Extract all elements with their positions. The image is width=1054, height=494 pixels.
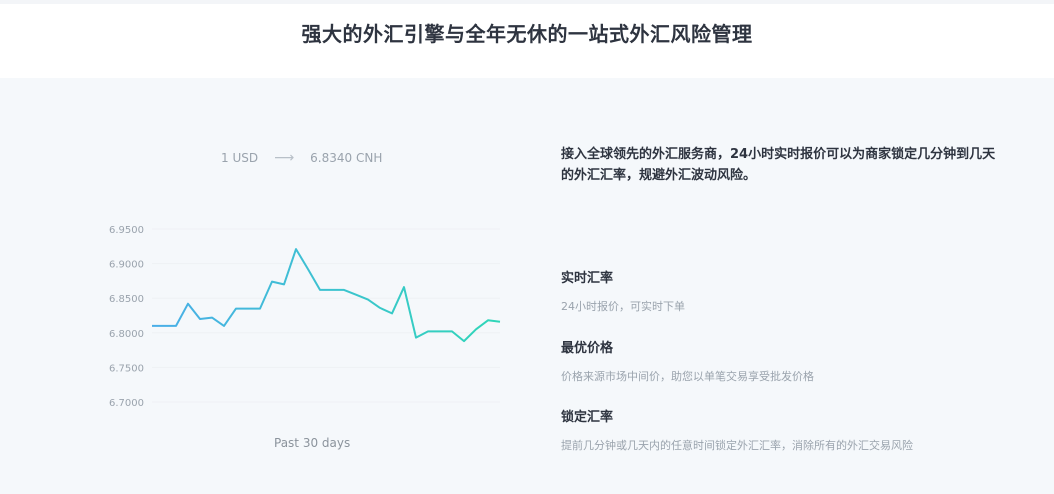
feature-lock-rate: 锁定汇率 提前几分钟或几天内的任意时间锁定外汇汇率，消除所有的外汇交易风险: [561, 406, 913, 453]
arrow-right-icon: ⟶: [274, 150, 295, 166]
feature-desc: 价格来源市场中间价，助您以单笔交易享受批发价格: [561, 370, 814, 383]
top-header: 强大的外汇引擎与全年无休的一站式外汇风险管理: [0, 0, 1054, 78]
y-tick-label: 6.7000: [109, 398, 144, 409]
rate-series-line: [152, 248, 501, 343]
rate-line-chart: 6.9500 6.9000 6.8500 6.8000 6.7500 6.7000: [109, 225, 501, 409]
y-tick-label: 6.9000: [109, 260, 144, 271]
feature-title: 锁定汇率: [561, 410, 614, 425]
y-tick-label: 6.7500: [109, 363, 144, 374]
intro-text: 接入全球领先的外汇服务商，24小时实时报价可以为商家锁定几分钟到几天的外汇汇率，…: [561, 147, 996, 183]
y-tick-label: 6.9500: [109, 225, 144, 236]
feature-desc: 24小时报价，可实时下单: [561, 300, 685, 313]
rate-from: 1 USD: [221, 151, 259, 165]
rate-to: 6.8340 CNH: [310, 151, 383, 165]
feature-realtime-rate: 实时汇率 24小时报价，可实时下单: [561, 267, 685, 314]
exchange-rate-display: 1 USD ⟶ 6.8340 CNH: [221, 150, 382, 166]
page-headline: 强大的外汇引擎与全年无休的一站式外汇风险管理: [301, 22, 753, 46]
y-tick-label: 6.8500: [109, 294, 144, 305]
y-tick-label: 6.8000: [109, 329, 144, 340]
feature-best-price: 最优价格 价格来源市场中间价，助您以单笔交易享受批发价格: [561, 337, 814, 384]
feature-title: 实时汇率: [561, 271, 614, 286]
feature-desc: 提前几分钟或几天内的任意时间锁定外汇汇率，消除所有的外汇交易风险: [561, 439, 913, 452]
chart-caption: Past 30 days: [274, 436, 351, 450]
feature-title: 最优价格: [561, 341, 614, 356]
